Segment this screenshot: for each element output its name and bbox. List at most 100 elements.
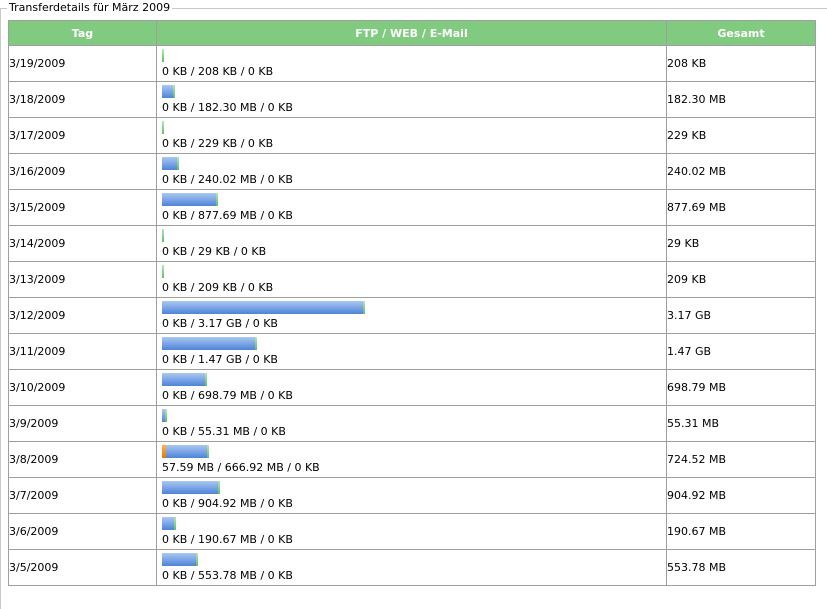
mail-bar-segment: [207, 445, 209, 458]
row-transfer-detail: 0 KB / 229 KB / 0 KB: [162, 137, 274, 150]
mail-bar-segment: [162, 265, 164, 278]
row-day: 3/9/2009: [8, 405, 157, 442]
row-total: 209 KB: [666, 261, 816, 298]
table-row: 3/7/2009 0 KB / 904.92 MB / 0 KB 904.92 MB: [8, 477, 816, 514]
table-row: 3/15/2009 0 KB / 877.69 MB / 0 KB 877.69 M…: [8, 189, 816, 226]
table-row: 3/14/2009 0 KB / 29 KB / 0 KB 29 KB: [8, 225, 816, 262]
header-row: Tag FTP / WEB / E-Mail Gesamt: [8, 20, 816, 46]
web-bar-segment: [162, 337, 255, 350]
row-transfer-cell: 0 KB / 698.79 MB / 0 KB: [156, 369, 667, 406]
table-row: 3/17/2009 0 KB / 229 KB / 0 KB 229 KB: [8, 117, 816, 154]
table-row: 3/10/2009 0 KB / 698.79 MB / 0 KB 698.79 M…: [8, 369, 816, 406]
row-total: 877.69 MB: [666, 189, 816, 226]
web-bar-segment: [162, 481, 218, 494]
row-transfer-cell: 0 KB / 877.69 MB / 0 KB: [156, 189, 667, 226]
row-day: 3/13/2009: [8, 261, 157, 298]
table-row: 3/6/2009 0 KB / 190.67 MB / 0 KB 190.67 MB: [8, 513, 816, 550]
web-bar-segment: [162, 193, 216, 206]
transfer-bar: [162, 301, 365, 314]
row-day: 3/11/2009: [8, 333, 157, 370]
row-transfer-detail: 0 KB / 190.67 MB / 0 KB: [162, 533, 293, 546]
row-total: 55.31 MB: [666, 405, 816, 442]
table-row: 3/18/2009 0 KB / 182.30 MB / 0 KB 182.30 M…: [8, 81, 816, 118]
transfer-bar: [162, 85, 175, 98]
transfer-bar: [162, 373, 207, 386]
web-bar-segment: [162, 85, 173, 98]
web-bar-segment: [162, 301, 363, 314]
row-transfer-cell: 0 KB / 209 KB / 0 KB: [156, 261, 667, 298]
row-transfer-detail: 0 KB / 553.78 MB / 0 KB: [162, 569, 293, 582]
row-total: 724.52 MB: [666, 441, 816, 478]
row-day: 3/16/2009: [8, 153, 157, 190]
table-row: 3/9/2009 0 KB / 55.31 MB / 0 KB 55.31 MB: [8, 405, 816, 442]
row-day: 3/19/2009: [8, 45, 157, 82]
row-transfer-detail: 0 KB / 55.31 MB / 0 KB: [162, 425, 286, 438]
mail-bar-segment: [216, 193, 218, 206]
transfer-bar: [162, 337, 257, 350]
row-day: 3/12/2009: [8, 297, 157, 334]
row-day: 3/17/2009: [8, 117, 157, 154]
transfer-bar: [162, 481, 220, 494]
row-transfer-cell: 0 KB / 29 KB / 0 KB: [156, 225, 667, 262]
row-transfer-detail: 0 KB / 3.17 GB / 0 KB: [162, 317, 278, 330]
column-header-day: Tag: [8, 20, 157, 46]
row-day: 3/5/2009: [8, 549, 157, 586]
table-row: 3/19/2009 0 KB / 208 KB / 0 KB 208 KB: [8, 45, 816, 82]
transfer-bar: [162, 553, 198, 566]
transfer-bar: [162, 121, 164, 134]
mail-bar-segment: [162, 229, 164, 242]
web-bar-segment: [162, 157, 177, 170]
row-transfer-cell: 0 KB / 3.17 GB / 0 KB: [156, 297, 667, 334]
transfer-bar: [162, 445, 209, 458]
row-transfer-cell: 0 KB / 229 KB / 0 KB: [156, 117, 667, 154]
table-row: 3/5/2009 0 KB / 553.78 MB / 0 KB 553.78 MB: [8, 549, 816, 586]
transfer-bar: [162, 517, 176, 530]
mail-bar-segment: [205, 373, 207, 386]
row-transfer-detail: 0 KB / 1.47 GB / 0 KB: [162, 353, 278, 366]
row-day: 3/8/2009: [8, 441, 157, 478]
row-total: 1.47 GB: [666, 333, 816, 370]
row-transfer-cell: 57.59 MB / 666.92 MB / 0 KB: [156, 441, 667, 478]
mail-bar-segment: [162, 49, 164, 62]
row-transfer-detail: 0 KB / 240.02 MB / 0 KB: [162, 173, 293, 186]
row-transfer-cell: 0 KB / 904.92 MB / 0 KB: [156, 477, 667, 514]
row-transfer-detail: 0 KB / 877.69 MB / 0 KB: [162, 209, 293, 222]
panel-legend: Transferdetails für März 2009: [7, 1, 173, 15]
web-bar-segment: [162, 553, 196, 566]
row-transfer-cell: 0 KB / 208 KB / 0 KB: [156, 45, 667, 82]
row-transfer-cell: 0 KB / 553.78 MB / 0 KB: [156, 549, 667, 586]
row-transfer-cell: 0 KB / 182.30 MB / 0 KB: [156, 81, 667, 118]
row-transfer-detail: 0 KB / 904.92 MB / 0 KB: [162, 497, 293, 510]
row-total: 229 KB: [666, 117, 816, 154]
table-row: 3/12/2009 0 KB / 3.17 GB / 0 KB 3.17 GB: [8, 297, 816, 334]
row-transfer-detail: 0 KB / 209 KB / 0 KB: [162, 281, 274, 294]
row-transfer-detail: 0 KB / 182.30 MB / 0 KB: [162, 101, 293, 114]
mail-bar-segment: [173, 85, 175, 98]
row-total: 698.79 MB: [666, 369, 816, 406]
transfer-bar: [162, 49, 164, 62]
mail-bar-segment: [218, 481, 220, 494]
mail-bar-segment: [196, 553, 198, 566]
row-total: 240.02 MB: [666, 153, 816, 190]
row-day: 3/18/2009: [8, 81, 157, 118]
row-transfer-cell: 0 KB / 55.31 MB / 0 KB: [156, 405, 667, 442]
row-total: 182.30 MB: [666, 81, 816, 118]
transfer-bar: [162, 265, 164, 278]
table-row: 3/8/2009 57.59 MB / 666.92 MB / 0 KB 724.5…: [8, 441, 816, 478]
column-header-transfer: FTP / WEB / E-Mail: [156, 20, 667, 46]
row-transfer-detail: 0 KB / 698.79 MB / 0 KB: [162, 389, 293, 402]
web-bar-segment: [162, 373, 205, 386]
row-transfer-cell: 0 KB / 1.47 GB / 0 KB: [156, 333, 667, 370]
web-bar-segment: [162, 517, 174, 530]
row-day: 3/10/2009: [8, 369, 157, 406]
transfer-bar: [162, 157, 179, 170]
row-transfer-detail: 57.59 MB / 666.92 MB / 0 KB: [162, 461, 320, 474]
row-day: 3/14/2009: [8, 225, 157, 262]
row-total: 29 KB: [666, 225, 816, 262]
web-bar-segment: [166, 445, 207, 458]
mail-bar-segment: [177, 157, 179, 170]
transfer-table: Tag FTP / WEB / E-Mail Gesamt 3/19/2009 0…: [8, 20, 816, 586]
row-total: 904.92 MB: [666, 477, 816, 514]
row-total: 3.17 GB: [666, 297, 816, 334]
transfer-bar: [162, 409, 167, 422]
